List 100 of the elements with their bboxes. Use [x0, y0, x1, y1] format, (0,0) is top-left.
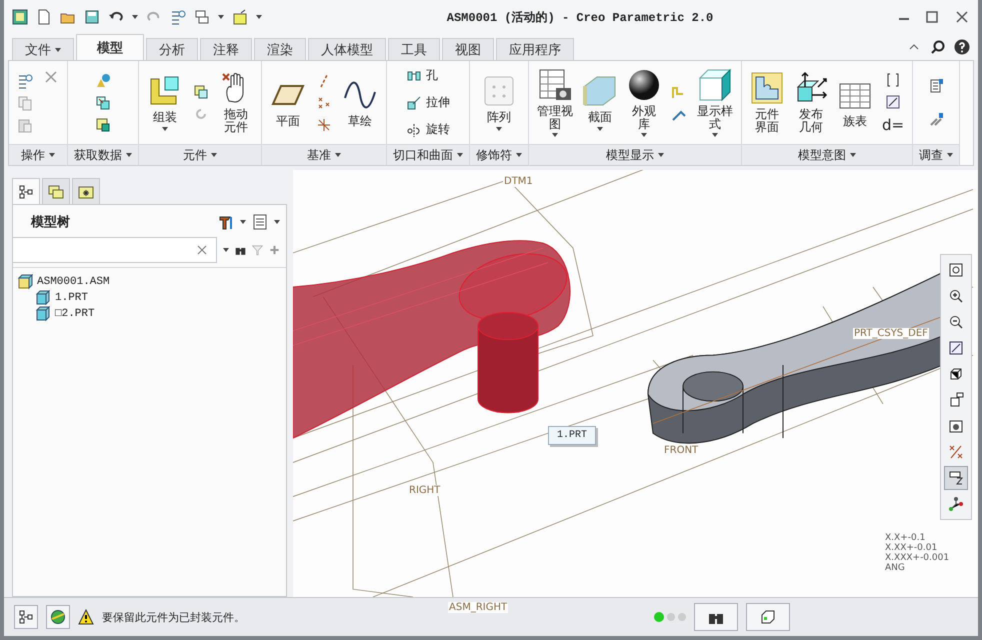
tooltip: 1.PRT	[548, 426, 596, 445]
tool-icon	[482, 74, 516, 108]
tool-icon	[627, 68, 661, 102]
tool-icon	[698, 68, 732, 102]
tool-icon	[406, 94, 422, 110]
caret-icon	[335, 153, 341, 157]
relations-label[interactable]: d=	[882, 116, 904, 134]
datum-label: ASM_RIGHT	[448, 602, 508, 613]
status-lights-icon	[654, 612, 686, 622]
tree-item[interactable]: □2.PRT	[35, 306, 282, 322]
view-tool-button[interactable]	[944, 466, 968, 490]
ribbon-tab[interactable]: 人体模型	[308, 38, 386, 60]
ribbon-button[interactable]: 拉伸	[406, 92, 450, 113]
group-label[interactable]: 切口和曲面	[387, 144, 469, 165]
search-field[interactable]	[13, 237, 217, 263]
group-label[interactable]: 模型意图	[742, 144, 912, 165]
group-label[interactable]: 操作	[9, 144, 67, 165]
view-tool-icon	[948, 418, 964, 434]
caret-icon	[274, 220, 280, 224]
regenerate-icon	[170, 9, 186, 25]
assembly-icon	[17, 274, 33, 290]
ribbon-button[interactable]: 管理视图	[537, 68, 573, 138]
coordinate-system-label: PRT_CSYS_DEF	[853, 328, 929, 339]
save-icon	[84, 9, 100, 25]
delete-icon	[43, 69, 59, 85]
link-icon	[928, 112, 944, 128]
group-label[interactable]: 模型显示	[529, 144, 741, 165]
ribbon-button[interactable]: 拖动元件	[219, 71, 253, 134]
tolerance-text: X.X+-0.1	[885, 534, 926, 543]
browser-toggle-button[interactable]	[46, 605, 70, 629]
caret-icon	[126, 153, 132, 157]
help-icon	[954, 39, 970, 55]
cube-icon	[760, 609, 776, 625]
group-label[interactable]: 基准	[262, 144, 386, 165]
find-button[interactable]	[694, 603, 738, 631]
window-title: ASM0001 (活动的) - Creo Parametric 2.0	[446, 10, 714, 26]
ribbon-button[interactable]: 显示样式	[697, 68, 733, 138]
ribbon-tab[interactable]: 注释	[200, 38, 252, 60]
ribbon-button[interactable]: 组装	[147, 74, 183, 131]
ribbon-button[interactable]: 孔	[406, 65, 438, 86]
ribbon-button[interactable]: 截面	[583, 74, 617, 131]
group-label[interactable]: 修饰符	[470, 144, 528, 165]
ribbon-button[interactable]: 旋转	[406, 119, 450, 140]
panel-tab[interactable]	[72, 178, 100, 204]
ribbon-tab[interactable]: 渲染	[254, 38, 306, 60]
view-tool-icon	[948, 340, 964, 356]
view-tool-icon	[948, 496, 964, 512]
group-label[interactable]: 获取数据	[68, 144, 138, 165]
maximize-icon	[924, 9, 940, 25]
ribbon-button[interactable]: 元件界面	[750, 71, 784, 134]
selection-filter-button[interactable]	[746, 603, 790, 631]
app-icon	[12, 9, 28, 25]
ribbon-button[interactable]: 发布几何	[794, 71, 828, 134]
caret-icon	[132, 15, 138, 19]
caret-icon	[256, 15, 262, 19]
ribbon-button[interactable]: 平面	[270, 78, 306, 128]
tools-icon	[218, 214, 234, 230]
tree-item[interactable]: 1.PRT	[35, 290, 282, 306]
group-label[interactable]: 元件	[139, 144, 261, 165]
view-tool-icon	[948, 314, 964, 330]
caret-icon	[240, 220, 246, 224]
datum-label: DTM1	[503, 176, 534, 187]
caret-icon	[850, 153, 856, 157]
caret-icon	[658, 153, 664, 157]
tree-item[interactable]: ASM0001.ASM	[17, 274, 282, 290]
panel-tab[interactable]	[12, 178, 40, 204]
panel-title: 模型树	[31, 214, 71, 231]
caret-icon	[49, 153, 55, 157]
ribbon-button[interactable]: 草绘	[342, 78, 378, 128]
ribbon-tab[interactable]: 分析	[146, 38, 198, 60]
tree-toggle-button[interactable]	[14, 605, 38, 629]
ribbon-tab[interactable]: 应用程序	[496, 38, 574, 60]
search-icon	[930, 39, 946, 55]
ribbon-tab[interactable]: 工具	[388, 38, 440, 60]
ribbon-button[interactable]: 族表	[838, 78, 872, 128]
copy-icon	[17, 94, 33, 110]
percent-table-icon	[885, 94, 902, 110]
datum-label: RIGHT	[408, 485, 442, 496]
caret-icon	[516, 153, 522, 157]
group-label[interactable]: 调查	[913, 144, 960, 165]
ribbon-tab[interactable]: 视图	[442, 38, 494, 60]
ribbon-tab[interactable]: 文件	[12, 38, 74, 60]
paste-icon	[17, 116, 33, 132]
copy-geometry-icon	[95, 116, 111, 132]
points-icon	[316, 94, 332, 110]
ribbon-button[interactable]: 外观库	[627, 68, 661, 138]
tool-icon	[406, 122, 422, 138]
tree-icon	[18, 184, 34, 200]
ribbon-tab[interactable]: 模型	[76, 34, 144, 60]
new-file-icon	[36, 9, 52, 25]
brackets-icon	[885, 72, 902, 88]
tree-icon	[18, 609, 34, 625]
caret-icon	[947, 153, 954, 157]
tool-icon	[750, 71, 784, 106]
ribbon-button[interactable]: 阵列	[481, 74, 517, 131]
caret-icon	[211, 153, 217, 157]
view-tool-icon	[948, 470, 964, 486]
part-icon	[35, 290, 51, 306]
minimize-icon	[899, 18, 909, 20]
view-tool-icon	[948, 444, 964, 460]
